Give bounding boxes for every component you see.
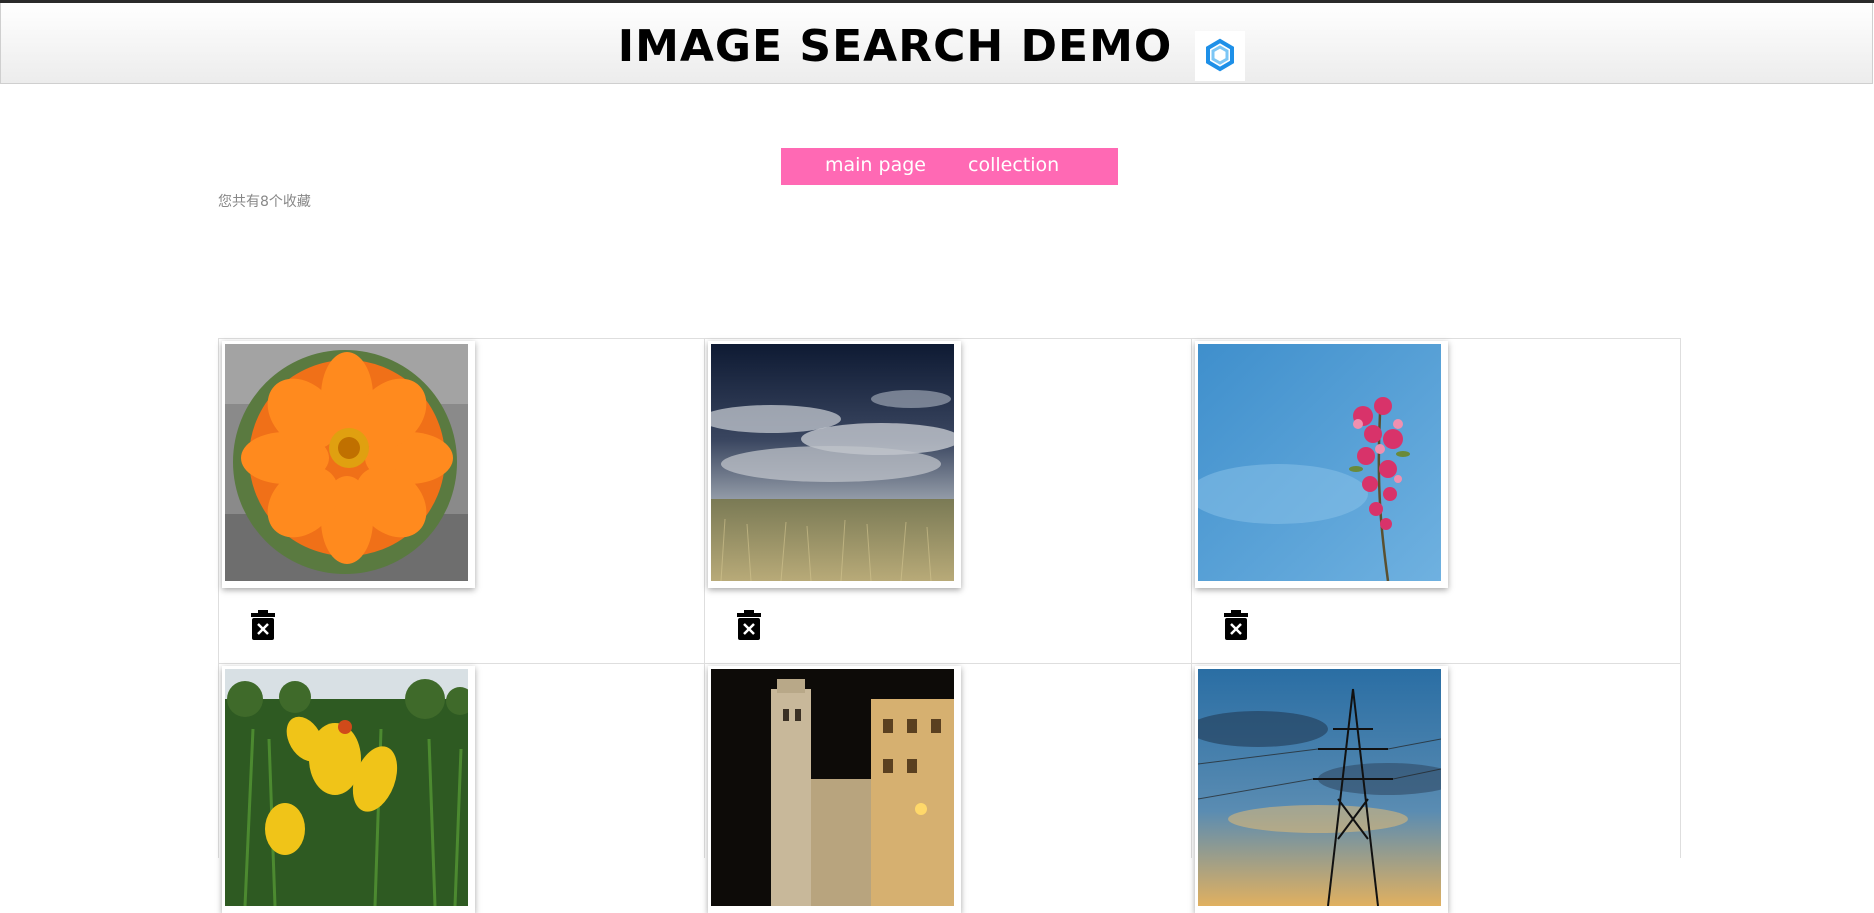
- collection-item: [218, 338, 705, 663]
- pink-blossom-blue-sky-photo[interactable]: [1198, 344, 1441, 581]
- image-card[interactable]: [222, 341, 475, 588]
- trash-delete-icon[interactable]: [1223, 609, 1249, 641]
- page-title: IMAGE SEARCH DEMO: [617, 21, 1173, 72]
- hexagon-logo-icon: [1195, 31, 1245, 81]
- nav-main-page-link[interactable]: main page: [825, 154, 926, 176]
- cloudy-sky-grass-field-photo[interactable]: [711, 344, 954, 581]
- image-card[interactable]: [1195, 666, 1448, 913]
- collection-item: [704, 663, 1191, 913]
- power-pylon-sunset-photo[interactable]: [1198, 669, 1441, 906]
- image-card[interactable]: [708, 666, 961, 913]
- image-card[interactable]: [708, 341, 961, 588]
- nav-bar: main page collection: [781, 148, 1118, 185]
- grid-line: [1680, 338, 1681, 858]
- orange-flower-photo[interactable]: [225, 344, 468, 581]
- trash-delete-icon[interactable]: [736, 609, 762, 641]
- collection-item: [1191, 663, 1678, 913]
- collection-item: [1191, 338, 1678, 663]
- image-card[interactable]: [1195, 341, 1448, 588]
- nav-collection-link[interactable]: collection: [968, 154, 1059, 176]
- collection-item: [218, 663, 705, 913]
- collection-grid: [218, 338, 1681, 913]
- collection-count-text: 您共有8个收藏: [218, 194, 311, 210]
- trash-delete-icon[interactable]: [250, 609, 276, 641]
- image-card[interactable]: [222, 666, 475, 913]
- collection-item: [704, 338, 1191, 663]
- header-bar: IMAGE SEARCH DEMO: [0, 3, 1873, 84]
- night-town-tower-photo[interactable]: [711, 669, 954, 906]
- yellow-iris-photo[interactable]: [225, 669, 468, 906]
